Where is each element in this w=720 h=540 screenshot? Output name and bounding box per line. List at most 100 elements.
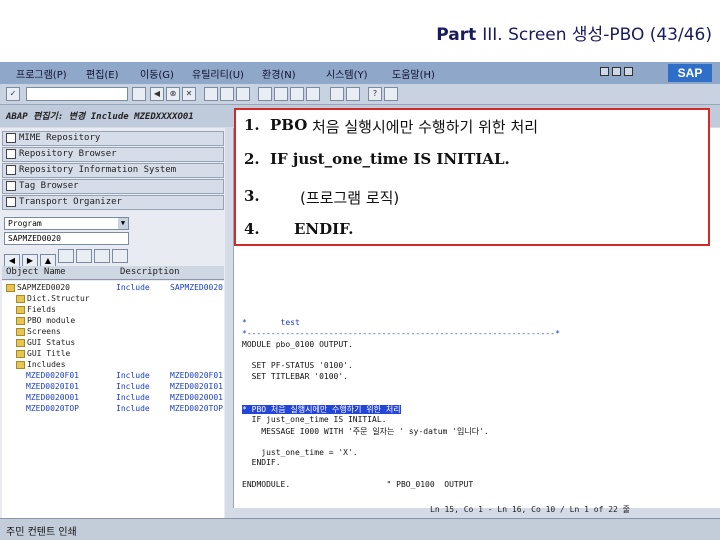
nav-mime-repository[interactable]: MIME Repository — [2, 131, 224, 146]
tree-row-label: MZED0020F01 — [26, 371, 79, 380]
code-line-text: IF just_one_time IS INITIAL. — [242, 415, 387, 425]
folder-icon — [16, 360, 25, 369]
layout-icon[interactable] — [384, 87, 398, 101]
status-left: 주민 컨텐트 인쇄 — [6, 527, 77, 538]
tree-row-label: MZED0020I01 — [26, 382, 79, 391]
tree-row-label: MZED0020TOP — [26, 404, 79, 413]
tree-header: Object Name Description — [2, 266, 224, 280]
menu-utilities[interactable]: 유틸리티(U) — [192, 66, 244, 81]
code-line-text: *---------------------------------------… — [242, 328, 560, 338]
first-page-icon[interactable] — [258, 87, 272, 101]
next-page-icon[interactable] — [290, 87, 304, 101]
new-session-icon[interactable] — [330, 87, 344, 101]
app-title: ABAP 편집기: 변경 Include MZEDXXXXO01 — [6, 112, 194, 122]
prev-page-icon[interactable] — [274, 87, 288, 101]
menu-help[interactable]: 도움말(H) — [392, 66, 435, 81]
code-line-text: SET PF-STATUS '0100'. — [242, 361, 353, 371]
tree-row-label: Screens — [27, 327, 61, 336]
code-line: IF just_one_time IS INITIAL. — [242, 415, 387, 424]
print-icon[interactable] — [204, 87, 218, 101]
menu-system[interactable]: 시스템(Y) — [326, 66, 368, 81]
col-object-name[interactable]: Object Name — [6, 267, 66, 277]
tree-settings-icon[interactable] — [112, 249, 128, 263]
tree-row-name: Includes — [16, 360, 66, 370]
code-line: *---------------------------------------… — [242, 329, 560, 338]
exit-icon[interactable]: ⊗ — [166, 87, 180, 101]
slide-title-part: Part — [436, 25, 477, 45]
tree-row-label: Includes — [27, 360, 66, 369]
command-field[interactable] — [26, 87, 128, 101]
tree-row-label: Dict.Structur — [27, 294, 90, 303]
nav-label: Transport Organizer — [19, 197, 122, 207]
standard-toolbar: ✓ ◀ ⊗ ✕ ? — [0, 84, 720, 105]
tree-row-name: GUI Title — [16, 349, 70, 359]
nav-repository-info-system[interactable]: Repository Information System — [2, 163, 224, 178]
slide-title-rest: III. Screen 생성-PBO (43/46) — [482, 25, 712, 45]
code-line-text: MESSAGE I000 WITH '주문 일자는 ' sy-datum '입니… — [242, 427, 489, 436]
folder-icon — [16, 316, 25, 325]
tree-row-description: SAPMZED0020 — [170, 283, 223, 292]
callout-line2: IF just_one_time IS INITIAL. — [270, 150, 510, 168]
collapse-icon[interactable] — [94, 249, 110, 263]
folder-icon — [16, 305, 25, 314]
folder-icon — [16, 327, 25, 336]
close-icon[interactable] — [624, 67, 633, 76]
back-icon[interactable]: ◀ — [150, 87, 164, 101]
browser-icon — [6, 148, 16, 159]
tree-row-label: PBO module — [27, 316, 76, 325]
code-line-text: ENDIF. — [242, 458, 281, 468]
menu-goto[interactable]: 이동(G) — [140, 66, 174, 81]
maximize-icon[interactable] — [612, 67, 621, 76]
shortcut-icon[interactable] — [346, 87, 360, 101]
expand-icon[interactable] — [76, 249, 92, 263]
code-line: ENDMODULE. " PBO_0100 OUTPUT — [242, 480, 473, 489]
code-callout: 1. PBO 처음 실행시에만 수행하기 위한 처리 2. IF just_on… — [234, 108, 710, 246]
tree-row-name: Dict.Structur — [16, 294, 90, 304]
object-navigator: MIME Repository Repository Browser Repos… — [0, 128, 225, 521]
enter-icon[interactable]: ✓ — [6, 87, 20, 101]
folder-icon — [16, 294, 25, 303]
find-icon[interactable] — [220, 87, 234, 101]
menu-program[interactable]: 프로그램(P) — [16, 66, 67, 81]
chevron-down-icon[interactable]: ▼ — [118, 218, 128, 229]
tree-row-description: MZED0020TOP — [170, 404, 223, 413]
save-icon[interactable] — [132, 87, 146, 101]
object-name-input[interactable]: SAPMZED0020 — [4, 232, 129, 245]
mime-icon — [6, 132, 16, 143]
menu-edit[interactable]: 편집(E) — [86, 66, 119, 81]
tree-row-label: SAPMZED0020 — [17, 283, 70, 292]
help-icon[interactable]: ? — [368, 87, 382, 101]
tree-row-name: SAPMZED0020 — [6, 283, 70, 293]
last-page-icon[interactable] — [306, 87, 320, 101]
refresh-icon[interactable] — [58, 249, 74, 263]
callout-line4: ENDIF. — [294, 220, 354, 238]
code-line-text: ENDMODULE. " PBO_0100 OUTPUT — [242, 480, 474, 489]
tree-row-type: Include — [116, 393, 150, 402]
nav-label: Repository Information System — [19, 165, 177, 175]
nav-tag-browser[interactable]: Tag Browser — [2, 179, 224, 194]
find-next-icon[interactable] — [236, 87, 250, 101]
tree-toolbar: ◀ ▶ ▲ — [4, 248, 130, 268]
code-line-text: MODULE pbo_0100 OUTPUT. — [242, 339, 353, 349]
code-line-text: SET TITLEBAR '0100'. — [242, 372, 348, 381]
object-name-value: SAPMZED0020 — [8, 234, 61, 243]
nav-transport-organizer[interactable]: Transport Organizer — [2, 195, 224, 210]
code-line: * PBO 처음 실행시에만 수행하기 위한 처리 — [242, 404, 401, 415]
minimize-icon[interactable] — [600, 67, 609, 76]
object-type-value: Program — [8, 219, 42, 228]
callout-line1-b: 처음 실행시에만 수행하기 위한 처리 — [312, 118, 539, 136]
col-description[interactable]: Description — [120, 267, 180, 277]
cancel-icon[interactable]: ✕ — [182, 87, 196, 101]
object-type-select[interactable]: Program ▼ — [4, 217, 129, 230]
menu-environment[interactable]: 환경(N) — [262, 66, 296, 81]
callout-num-4: 4. — [244, 220, 260, 238]
code-line: just_one_time = 'X'. — [242, 448, 357, 457]
tree-row-name: MZED0020F01 — [26, 371, 79, 381]
tag-icon — [6, 180, 16, 191]
code-line: MESSAGE I000 WITH '주문 일자는 ' sy-datum '입니… — [242, 426, 489, 437]
nav-repository-browser[interactable]: Repository Browser — [2, 147, 224, 162]
nav-label: Repository Browser — [19, 149, 117, 159]
nav-label: MIME Repository — [19, 133, 101, 143]
code-line: MODULE pbo_0100 OUTPUT. — [242, 340, 353, 349]
callout-num-2: 2. — [244, 150, 260, 168]
